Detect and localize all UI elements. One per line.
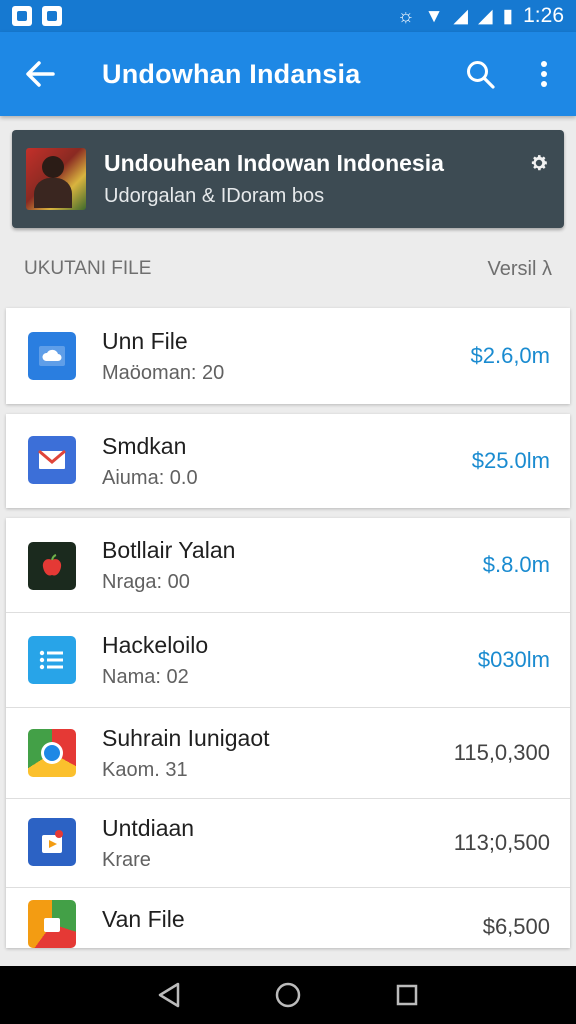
search-icon (467, 61, 495, 89)
list-item[interactable]: Smdkan Aiuma: 0.0 $25.0lm (6, 414, 570, 508)
list-header: UKUTANI FILE Versil λ (24, 258, 552, 281)
item-title: Suhrain Iunigaot (102, 724, 270, 751)
file-list-card: Botllair Yalan Nraga: 00 $.8.0m Hackeloi… (6, 518, 570, 948)
battery-icon: ▮ (502, 5, 514, 27)
item-value: $6,500 (482, 914, 550, 939)
item-title: Unn File (102, 327, 188, 354)
item-value: $030lm (477, 647, 550, 672)
item-title: Van File (102, 906, 185, 932)
item-value: 113;0,500 (453, 830, 550, 855)
home-nav-button[interactable] (268, 975, 308, 1015)
list-item[interactable]: Unn File Maöoman: 20 $2.6,0m (6, 308, 570, 404)
item-value: 115,0,300 (453, 740, 550, 765)
apple-icon (28, 542, 76, 590)
item-title: Hackeloilo (102, 631, 209, 658)
triangle-back-icon (159, 982, 180, 1008)
list-item[interactable]: Botllair Yalan Nraga: 00 $.8.0m (6, 518, 570, 612)
list-item[interactable]: Hackeloilo Nama: 02 $030lm (6, 613, 570, 707)
item-title: Botllair Yalan (102, 536, 236, 563)
item-subtitle: Nama: 02 (102, 665, 189, 688)
status-bar: ☼ ▼ ◢ ◢ ▮ 1:26 (0, 0, 576, 32)
gear-icon[interactable] (528, 152, 550, 174)
version-sort-label[interactable]: Versil λ (488, 258, 552, 281)
notification-gallery-icon (42, 6, 62, 26)
item-subtitle: Aiuma: 0.0 (102, 466, 198, 489)
list-icon (28, 636, 76, 684)
file-card[interactable]: Smdkan Aiuma: 0.0 $25.0lm (6, 414, 570, 508)
notification-app-icon (12, 6, 32, 26)
account-banner[interactable]: Undouhean Indowan Indonesia Udorgalan & … (12, 130, 564, 228)
clock: 1:26 (523, 4, 564, 27)
item-title: Untdiaan (102, 814, 195, 841)
file-card[interactable]: Unn File Maöoman: 20 $2.6,0m (6, 308, 570, 404)
back-nav-button[interactable] (149, 975, 189, 1015)
item-value: $.8.0m (482, 552, 550, 577)
signal-icon: ◢ (453, 5, 469, 27)
recents-nav-button[interactable] (387, 975, 427, 1015)
arrow-left-icon (26, 61, 55, 87)
colorful-app-icon (28, 900, 76, 948)
cloud-folder-icon (28, 332, 76, 380)
more-vert-icon (541, 61, 547, 87)
app-title: Undowhan Indansia (102, 58, 361, 89)
circle-home-icon (275, 982, 301, 1008)
back-button[interactable] (0, 32, 80, 116)
item-subtitle: Maöoman: 20 (102, 361, 225, 384)
item-subtitle: Krare (102, 848, 151, 871)
banner-title: Undouhean Indowan Indonesia (104, 150, 444, 176)
list-item[interactable]: Untdiaan Krare 113;0,500 (6, 799, 570, 887)
item-title: Smdkan (102, 432, 187, 459)
list-item[interactable]: Van File $6,500 (6, 888, 570, 948)
system-nav-bar (0, 966, 576, 1024)
avatar (26, 148, 86, 210)
square-recents-icon (396, 984, 417, 1006)
play-store-icon (28, 818, 76, 866)
signal-2-icon: ◢ (478, 5, 493, 27)
item-value: $2.6,0m (470, 343, 551, 368)
more-options-button[interactable] (512, 32, 576, 116)
item-subtitle: Kaom. 31 (102, 758, 188, 781)
list-header-label: UKUTANI FILE (24, 258, 152, 279)
banner-subtitle: Udorgalan & IDoram bos (104, 185, 325, 207)
item-value: $25.0lm (471, 448, 550, 473)
list-item[interactable]: Suhrain Iunigaot Kaom. 31 115,0,300 (6, 708, 570, 798)
app-bar: Undowhan Indansia (0, 32, 576, 116)
item-subtitle: Nraga: 00 (102, 570, 190, 593)
chrome-icon (28, 729, 76, 777)
alarm-icon: ☼ (397, 5, 415, 27)
wifi-icon: ▼ (424, 5, 444, 27)
mail-icon (28, 436, 76, 484)
search-button[interactable] (448, 32, 512, 116)
